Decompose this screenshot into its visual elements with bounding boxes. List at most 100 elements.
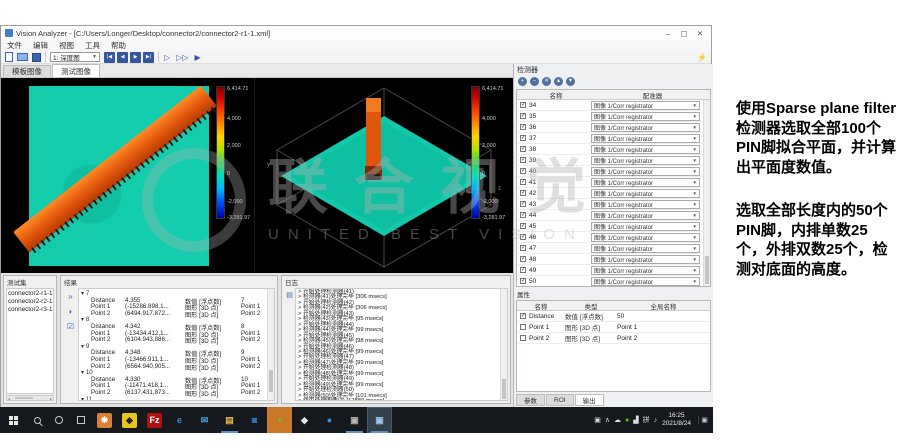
run-continuous-button[interactable]: ▶ (193, 52, 201, 63)
registrator-dropdown[interactable]: 图像 1/Corr registrator▼ (591, 233, 700, 242)
result-row[interactable]: Distance4.355数值 [浮点数]7 (81, 297, 267, 304)
detector-row[interactable]: ✓46图像 1/Corr registrator▼ (517, 232, 703, 243)
detector-checkbox[interactable]: ✓ (520, 124, 526, 130)
test-set-item[interactable]: connector2-r3-1 (7, 305, 53, 313)
property-checkbox[interactable]: ✓ (520, 313, 526, 319)
result-row[interactable]: Point 1(-13434.412,1...图形 [3D 点]Point 1 (81, 330, 267, 337)
result-row[interactable]: Point 1(-11471.418,1...图形 [3D 点]Point 1 (81, 382, 267, 389)
registrator-dropdown[interactable]: 图像 1/Corr registrator▼ (591, 134, 700, 143)
registrator-dropdown[interactable]: 图像 1/Corr registrator▼ (591, 112, 700, 121)
detector-row[interactable]: ✓41图像 1/Corr registrator▼ (517, 177, 703, 188)
vision-analyzer-app[interactable]: ▣ (367, 407, 392, 433)
registrator-dropdown[interactable]: 图像 1/Corr registrator▼ (591, 244, 700, 253)
detector-checkbox[interactable]: ✓ (520, 212, 526, 218)
last-image-button[interactable]: ▶| (143, 52, 154, 63)
detector-checkbox[interactable]: ✓ (520, 278, 526, 284)
detector-row[interactable]: ✓39图像 1/Corr registrator▼ (517, 155, 703, 166)
menu-item-帮助[interactable]: 帮助 (111, 40, 126, 51)
detector-checkbox[interactable]: ✓ (520, 146, 526, 152)
detector-checkbox[interactable]: ✓ (520, 157, 526, 163)
registrator-dropdown[interactable]: 图像 1/Corr registrator▼ (591, 167, 700, 176)
detector-row[interactable]: ✓49图像 1/Corr registrator▼ (517, 265, 703, 276)
maximize-button[interactable]: ▢ (677, 29, 691, 38)
registrator-dropdown[interactable]: 图像 1/Corr registrator▼ (591, 123, 700, 132)
detector-checkbox[interactable]: ✓ (520, 223, 526, 229)
registrator-dropdown[interactable]: 图像 1/Corr registrator▼ (591, 211, 700, 220)
result-group[interactable]: ▾ 8 (81, 316, 267, 323)
tab-测试图像[interactable]: 测试图像 (52, 64, 100, 77)
open-file-icon[interactable] (17, 53, 28, 61)
detector-row[interactable]: ✓44图像 1/Corr registrator▼ (517, 210, 703, 221)
tab-输出[interactable]: 输出 (575, 394, 604, 406)
detector-checkbox[interactable]: ✓ (520, 201, 526, 207)
wechat-app[interactable]: ◖ (267, 407, 292, 433)
detector-row[interactable]: ✓38图像 1/Corr registrator▼ (517, 144, 703, 155)
qq-app[interactable]: ◆ (292, 407, 317, 433)
menu-item-编辑[interactable]: 编辑 (33, 40, 48, 51)
test-set-item[interactable]: connector2-r2-1 (7, 297, 53, 305)
result-row[interactable]: Point 2(6564.940,905...图形 [3D 点]Point 2 (81, 363, 267, 370)
result-row[interactable]: Point 2(6494.917,872...图形 [3D 点]Point 2 (81, 310, 267, 317)
remove-detector-button[interactable]: − (530, 77, 539, 86)
result-group[interactable]: ▾ 10 (81, 369, 267, 376)
remote-paw-app[interactable]: ❋ (92, 407, 117, 433)
scrollbar-thumb[interactable] (15, 397, 33, 399)
results-scrollbar[interactable] (267, 289, 274, 400)
detector-row[interactable]: ✓47图像 1/Corr registrator▼ (517, 243, 703, 254)
registrator-dropdown[interactable]: 图像 1/Corr registrator▼ (591, 277, 700, 286)
result-row[interactable]: Point 2(6104.943,886...图形 [3D 点]Point 2 (81, 336, 267, 343)
scrollbar-thumb[interactable] (502, 379, 506, 399)
search-button[interactable] (26, 407, 48, 433)
registrator-dropdown[interactable]: 图像 1/Corr registrator▼ (591, 200, 700, 209)
detector-checkbox[interactable]: ✓ (520, 267, 526, 273)
filezilla-app[interactable]: Fz (142, 407, 167, 433)
move-up-button[interactable]: ▲ (554, 77, 563, 86)
detector-row[interactable]: ✓37图像 1/Corr registrator▼ (517, 133, 703, 144)
cortana-button[interactable] (48, 407, 70, 433)
first-image-button[interactable]: |◀ (104, 52, 115, 63)
menu-item-工具[interactable]: 工具 (85, 40, 100, 51)
detectors-scrollbar[interactable] (703, 100, 710, 286)
property-row[interactable]: Point 2图形 [3D 点]Point 2 (517, 333, 710, 344)
check-results-button[interactable]: ☑ (67, 322, 74, 331)
detector-row[interactable]: ✓50图像 1/Corr registrator▼ (517, 276, 703, 286)
scroll-right-arrow[interactable]: ▸ (50, 396, 52, 401)
detector-row[interactable]: ✓42图像 1/Corr registrator▼ (517, 188, 703, 199)
action-center-icon[interactable]: ▣ (698, 416, 710, 424)
result-row[interactable]: Distance4.330数值 [浮点数]10 (81, 376, 267, 383)
log-scrollbar[interactable] (500, 289, 507, 400)
tab-ROI[interactable]: ROI (546, 394, 574, 406)
detector-row[interactable]: ✓43图像 1/Corr registrator▼ (517, 199, 703, 210)
filter-icon[interactable]: ⚡ (697, 53, 707, 62)
property-row[interactable]: ✓Distance数值 [浮点数]50 (517, 311, 710, 322)
scrollbar-thumb[interactable] (269, 370, 273, 392)
close-button[interactable]: ✕ (693, 29, 707, 38)
result-row[interactable]: Distance4.348数值 [浮点数]9 (81, 349, 267, 356)
move-down-button[interactable]: ▼ (566, 77, 575, 86)
detector-checkbox[interactable]: ✓ (520, 113, 526, 119)
detector-checkbox[interactable]: ✓ (520, 135, 526, 141)
registrator-dropdown[interactable]: 图像 1/Corr registrator▼ (591, 178, 700, 187)
detector-row[interactable]: ✓40图像 1/Corr registrator▼ (517, 166, 703, 177)
property-checkbox[interactable] (520, 324, 526, 330)
perspective-viewport[interactable]: y z 6,414.714,0002,0000-2,000-3,281.97 (254, 78, 513, 273)
delete-detector-button[interactable]: ✕ (542, 77, 551, 86)
result-row[interactable]: Point 1(-13466.911,1...图形 [3D 点]Point 1 (81, 356, 267, 363)
test-set-item[interactable]: connector2-r1-1⚑ (7, 289, 53, 297)
prev-image-button[interactable]: ◀ (117, 52, 128, 63)
detector-checkbox[interactable]: ✓ (520, 234, 526, 240)
new-file-icon[interactable] (5, 52, 13, 62)
result-row[interactable]: Point 1(-15286.898,1...图形 [3D 点]Point 1 (81, 303, 267, 310)
property-checkbox[interactable] (520, 335, 526, 341)
wechat-tray-icon[interactable]: ● (625, 417, 629, 424)
run-selected-button[interactable]: ▷▷ (175, 52, 189, 63)
task-view-button[interactable] (70, 407, 92, 433)
browser-sphere-app[interactable]: ● (317, 407, 342, 433)
registrator-dropdown[interactable]: 图像 1/Corr registrator▼ (591, 145, 700, 154)
run-test-button[interactable]: » (68, 292, 72, 301)
print-log-icon[interactable]: ▤ (286, 291, 293, 299)
detector-row[interactable]: ✓34图像 1/Corr registrator▼ (517, 100, 703, 111)
edge-browser-app[interactable]: e (167, 407, 192, 433)
tray-app-icon[interactable]: ▣ (594, 416, 601, 424)
view-select[interactable]: 1: 深度图 ▼ (50, 52, 100, 62)
